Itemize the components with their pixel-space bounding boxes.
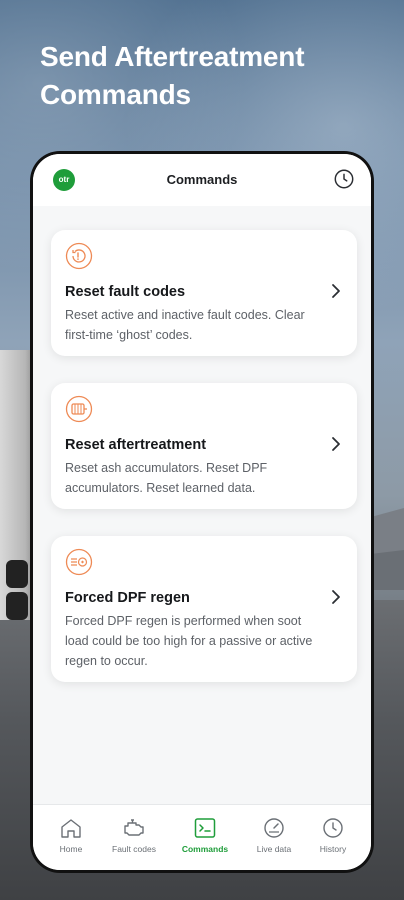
tab-home[interactable]: Home	[41, 817, 101, 854]
tab-commands[interactable]: Commands	[175, 817, 235, 854]
hero-title: Send Aftertreatment Commands	[40, 41, 305, 110]
home-icon	[61, 819, 81, 838]
command-card-forced-dpf-regen[interactable]: Forced DPF regen Forced DPF regen is per…	[51, 536, 357, 682]
engine-icon	[124, 819, 144, 836]
command-title: Reset aftertreatment	[65, 437, 207, 453]
tab-fault-codes[interactable]: Fault codes	[104, 817, 164, 854]
history-clock-icon[interactable]	[333, 168, 355, 190]
page-title: Commands	[166, 172, 238, 187]
bottom-tab-bar: Home Fault codes Commands Live data Hist…	[33, 804, 371, 870]
command-description: Reset ash accumulators. Reset DPF accumu…	[65, 461, 268, 495]
reset-fault-codes-icon	[65, 242, 93, 270]
forced-dpf-regen-icon	[65, 548, 93, 576]
gauge-icon	[264, 818, 284, 838]
command-title: Reset fault codes	[65, 284, 186, 300]
app-screen: otr Commands Reset fault codes Reset act…	[33, 154, 371, 870]
chevron-right-icon	[332, 590, 340, 604]
command-description: Forced DPF regen is performed when soot …	[65, 614, 313, 668]
command-description: Reset active and inactive fault codes. C…	[65, 308, 305, 342]
tab-label: Home	[59, 844, 83, 854]
command-title: Forced DPF regen	[65, 590, 190, 606]
tab-history[interactable]: History	[303, 817, 363, 854]
clock-icon	[323, 818, 343, 838]
terminal-icon	[194, 818, 216, 838]
app-header: otr Commands	[33, 154, 371, 206]
tab-label: History	[319, 844, 347, 854]
tab-label: Commands	[181, 844, 229, 854]
chevron-right-icon	[332, 284, 340, 298]
command-card-reset-fault-codes[interactable]: Reset fault codes Reset active and inact…	[51, 230, 357, 356]
command-card-reset-aftertreatment[interactable]: Reset aftertreatment Reset ash accumulat…	[51, 383, 357, 509]
tab-label: Live data	[256, 844, 292, 854]
tab-live-data[interactable]: Live data	[244, 817, 304, 854]
chevron-right-icon	[332, 437, 340, 451]
reset-aftertreatment-icon	[65, 395, 93, 423]
phone-frame: otr Commands Reset fault codes Reset act…	[30, 151, 374, 873]
tab-label: Fault codes	[112, 844, 156, 854]
